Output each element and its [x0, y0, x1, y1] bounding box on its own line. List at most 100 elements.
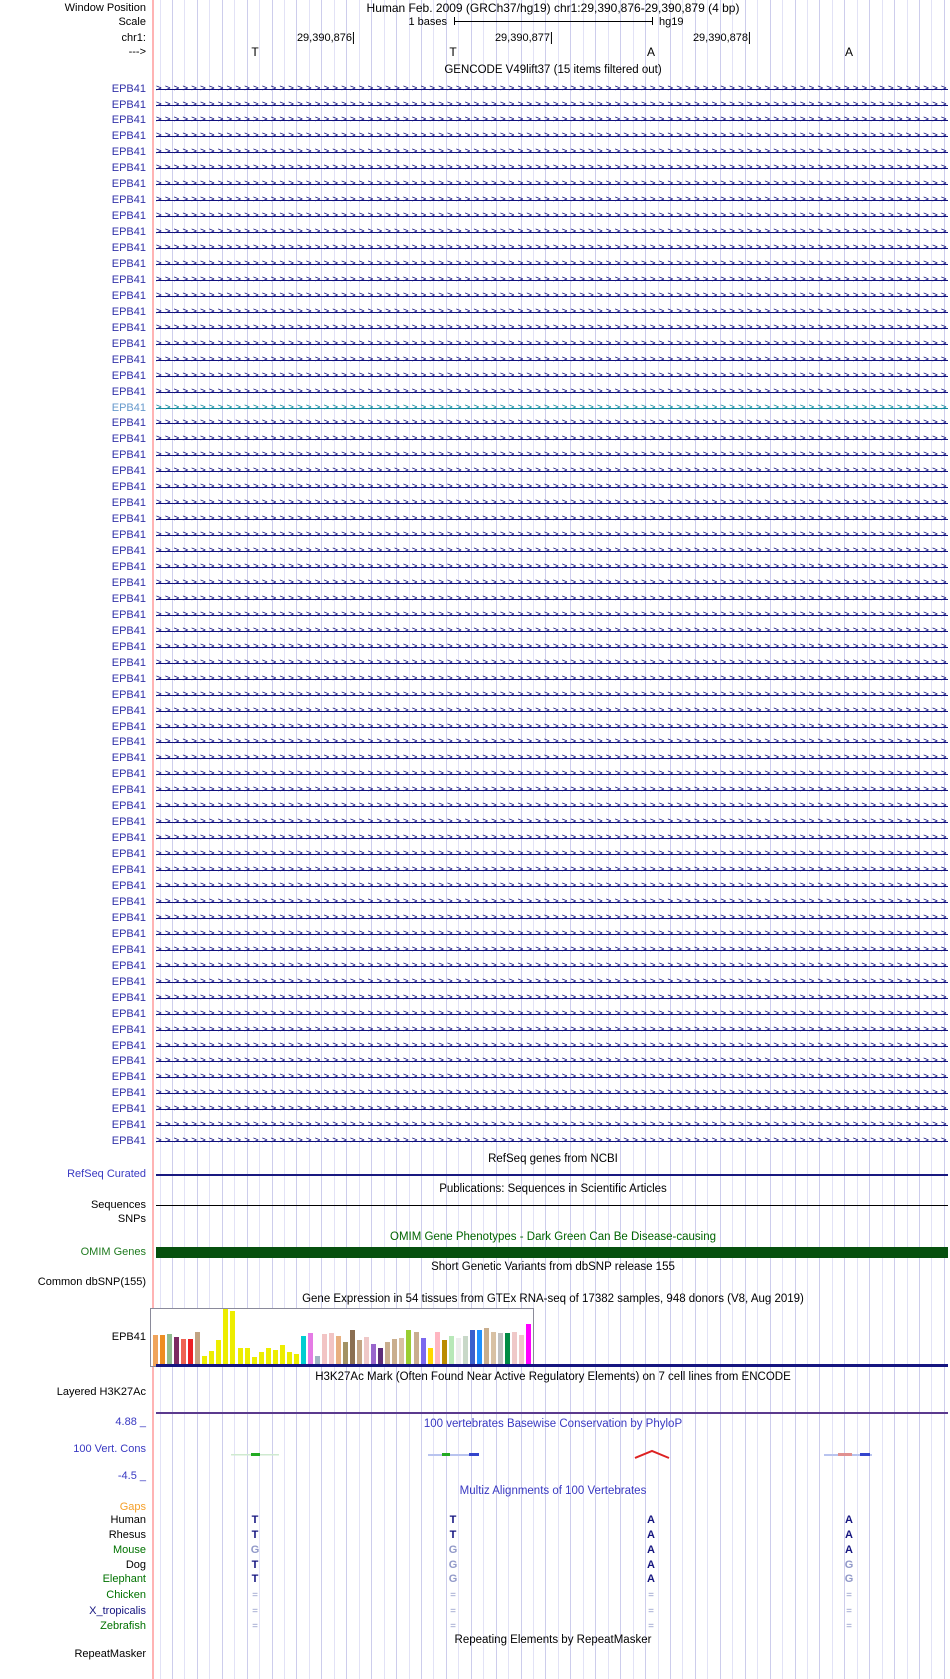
gene-label[interactable]: EPB41 [0, 992, 146, 1004]
gencode-transcript-row[interactable]: EPB41 >>>>>>>>>>>>>>>>>>>>>>>>>>>>>>>>>>… [0, 1101, 950, 1117]
transcript-arrows[interactable]: >>>>>>>>>>>>>>>>>>>>>>>>>>>>>>>>>>>>>>>>… [156, 145, 948, 160]
transcript-arrows[interactable]: >>>>>>>>>>>>>>>>>>>>>>>>>>>>>>>>>>>>>>>>… [156, 655, 948, 670]
gene-label[interactable]: EPB41 [0, 465, 146, 477]
transcript-arrows[interactable]: >>>>>>>>>>>>>>>>>>>>>>>>>>>>>>>>>>>>>>>>… [156, 703, 948, 718]
gencode-transcript-row[interactable]: EPB41 >>>>>>>>>>>>>>>>>>>>>>>>>>>>>>>>>>… [0, 431, 950, 447]
gene-label[interactable]: EPB41 [0, 513, 146, 525]
gencode-transcript-row[interactable]: EPB41 >>>>>>>>>>>>>>>>>>>>>>>>>>>>>>>>>>… [0, 304, 950, 320]
sequences-item[interactable] [156, 1205, 948, 1206]
gencode-transcript-row[interactable]: EPB41 >>>>>>>>>>>>>>>>>>>>>>>>>>>>>>>>>>… [0, 288, 950, 304]
gtex-tissue-bar[interactable] [413, 1332, 419, 1366]
transcript-arrows[interactable]: >>>>>>>>>>>>>>>>>>>>>>>>>>>>>>>>>>>>>>>>… [156, 831, 948, 846]
gtex-tissue-bar[interactable] [420, 1338, 426, 1366]
gencode-transcript-row[interactable]: EPB41 >>>>>>>>>>>>>>>>>>>>>>>>>>>>>>>>>>… [0, 575, 950, 591]
gene-label[interactable]: EPB41 [0, 146, 146, 158]
gtex-title[interactable]: Gene Expression in 54 tissues from GTEx … [156, 1293, 950, 1306]
gencode-transcript-row[interactable]: EPB41 >>>>>>>>>>>>>>>>>>>>>>>>>>>>>>>>>>… [0, 750, 950, 766]
gencode-transcript-row[interactable]: EPB41 >>>>>>>>>>>>>>>>>>>>>>>>>>>>>>>>>>… [0, 910, 950, 926]
gtex-tissue-bar[interactable] [526, 1324, 532, 1366]
gencode-transcript-row[interactable]: EPB41 >>>>>>>>>>>>>>>>>>>>>>>>>>>>>>>>>>… [0, 846, 950, 862]
gtex-tissue-bar[interactable] [498, 1333, 503, 1366]
transcript-arrows[interactable]: >>>>>>>>>>>>>>>>>>>>>>>>>>>>>>>>>>>>>>>>… [156, 576, 948, 590]
gene-label[interactable]: EPB41 [0, 944, 146, 956]
gencode-transcript-row[interactable]: EPB41 >>>>>>>>>>>>>>>>>>>>>>>>>>>>>>>>>>… [0, 894, 950, 910]
gene-label[interactable]: EPB41 [0, 99, 146, 111]
gencode-transcript-row[interactable]: EPB41 >>>>>>>>>>>>>>>>>>>>>>>>>>>>>>>>>>… [0, 112, 950, 128]
gene-label[interactable]: EPB41 [0, 497, 146, 509]
gene-label[interactable]: EPB41 [0, 481, 146, 493]
repeatmasker-title[interactable]: Repeating Elements by RepeatMasker [156, 1634, 950, 1647]
gtex-tissue-bar[interactable] [512, 1332, 517, 1366]
gencode-transcript-row[interactable]: EPB41 >>>>>>>>>>>>>>>>>>>>>>>>>>>>>>>>>>… [0, 128, 950, 144]
transcript-arrows[interactable]: >>>>>>>>>>>>>>>>>>>>>>>>>>>>>>>>>>>>>>>>… [156, 161, 948, 176]
gene-label[interactable]: EPB41 [0, 912, 146, 924]
gencode-transcript-row[interactable]: EPB41 >>>>>>>>>>>>>>>>>>>>>>>>>>>>>>>>>>… [0, 543, 950, 559]
gtex-tissue-bar[interactable] [181, 1339, 187, 1366]
gene-label[interactable]: EPB41 [0, 848, 146, 860]
sequences-label[interactable]: Sequences [0, 1199, 146, 1212]
transcript-arrows[interactable]: >>>>>>>>>>>>>>>>>>>>>>>>>>>>>>>>>>>>>>>>… [156, 272, 948, 287]
transcript-arrows[interactable]: >>>>>>>>>>>>>>>>>>>>>>>>>>>>>>>>>>>>>>>>… [156, 113, 948, 128]
transcript-arrows[interactable]: >>>>>>>>>>>>>>>>>>>>>>>>>>>>>>>>>>>>>>>>… [156, 623, 948, 638]
gtex-tissue-bar[interactable] [279, 1345, 285, 1366]
gene-label[interactable]: EPB41 [0, 258, 146, 270]
gtex-tissue-bar[interactable] [448, 1336, 454, 1366]
gtex-tissue-bar[interactable] [392, 1339, 398, 1366]
gencode-transcript-row[interactable]: EPB41 >>>>>>>>>>>>>>>>>>>>>>>>>>>>>>>>>>… [0, 479, 950, 495]
gtex-tissue-bar[interactable] [357, 1340, 363, 1366]
gtex-tissue-bar[interactable] [385, 1342, 391, 1366]
transcript-arrows[interactable]: >>>>>>>>>>>>>>>>>>>>>>>>>>>>>>>>>>>>>>>>… [156, 81, 948, 96]
gencode-transcript-row[interactable]: EPB41 >>>>>>>>>>>>>>>>>>>>>>>>>>>>>>>>>>… [0, 591, 950, 607]
gtex-tissue-bar[interactable] [371, 1344, 377, 1366]
gencode-transcript-row[interactable]: EPB41 >>>>>>>>>>>>>>>>>>>>>>>>>>>>>>>>>>… [0, 527, 950, 543]
gene-label[interactable]: EPB41 [0, 832, 146, 844]
gtex-tissue-bar[interactable] [322, 1334, 327, 1366]
transcript-arrows[interactable]: >>>>>>>>>>>>>>>>>>>>>>>>>>>>>>>>>>>>>>>>… [156, 735, 948, 750]
gene-label[interactable]: EPB41 [0, 800, 146, 812]
transcript-arrows[interactable]: >>>>>>>>>>>>>>>>>>>>>>>>>>>>>>>>>>>>>>>>… [156, 496, 948, 511]
gencode-transcript-row[interactable]: EPB41 >>>>>>>>>>>>>>>>>>>>>>>>>>>>>>>>>>… [0, 942, 950, 958]
omim-title[interactable]: OMIM Gene Phenotypes - Dark Green Can Be… [156, 1231, 950, 1244]
transcript-arrows[interactable]: >>>>>>>>>>>>>>>>>>>>>>>>>>>>>>>>>>>>>>>>… [156, 926, 948, 941]
gene-label[interactable]: EPB41 [0, 928, 146, 940]
gene-label[interactable]: EPB41 [0, 529, 146, 541]
omim-gene-bar[interactable] [156, 1247, 948, 1258]
species-label[interactable]: Mouse [0, 1544, 146, 1557]
gtex-tissue-bar[interactable] [230, 1311, 236, 1366]
gene-label[interactable]: EPB41 [0, 561, 146, 573]
gene-label[interactable]: EPB41 [0, 306, 146, 318]
transcript-arrows[interactable]: >>>>>>>>>>>>>>>>>>>>>>>>>>>>>>>>>>>>>>>>… [156, 448, 948, 463]
gencode-transcript-row[interactable]: EPB41 >>>>>>>>>>>>>>>>>>>>>>>>>>>>>>>>>>… [0, 703, 950, 719]
transcript-arrows[interactable]: >>>>>>>>>>>>>>>>>>>>>>>>>>>>>>>>>>>>>>>>… [156, 1086, 948, 1101]
gene-label[interactable]: EPB41 [0, 960, 146, 972]
gtex-tissue-bar[interactable] [300, 1336, 306, 1366]
gtex-tissue-bar[interactable] [490, 1332, 496, 1366]
gencode-transcript-row[interactable]: EPB41 >>>>>>>>>>>>>>>>>>>>>>>>>>>>>>>>>>… [0, 352, 950, 368]
gtex-tissue-bar[interactable] [307, 1333, 313, 1366]
gtex-chart[interactable] [150, 1308, 534, 1367]
transcript-arrows[interactable]: >>>>>>>>>>>>>>>>>>>>>>>>>>>>>>>>>>>>>>>>… [156, 528, 948, 543]
gencode-transcript-row[interactable]: EPB41 >>>>>>>>>>>>>>>>>>>>>>>>>>>>>>>>>>… [0, 463, 950, 479]
gencode-transcript-row[interactable]: EPB41 >>>>>>>>>>>>>>>>>>>>>>>>>>>>>>>>>>… [0, 814, 950, 830]
transcript-arrows[interactable]: >>>>>>>>>>>>>>>>>>>>>>>>>>>>>>>>>>>>>>>>… [156, 432, 948, 447]
gencode-transcript-row[interactable]: EPB41 >>>>>>>>>>>>>>>>>>>>>>>>>>>>>>>>>>… [0, 974, 950, 990]
gencode-title[interactable]: GENCODE V49lift37 (15 items filtered out… [156, 64, 950, 77]
transcript-arrows[interactable]: >>>>>>>>>>>>>>>>>>>>>>>>>>>>>>>>>>>>>>>>… [156, 783, 948, 798]
transcript-arrows[interactable]: >>>>>>>>>>>>>>>>>>>>>>>>>>>>>>>>>>>>>>>>… [156, 129, 948, 144]
repeatmasker-label[interactable]: RepeatMasker [0, 1648, 146, 1661]
gencode-transcript-row[interactable]: EPB41 >>>>>>>>>>>>>>>>>>>>>>>>>>>>>>>>>>… [0, 336, 950, 352]
transcript-arrows[interactable]: >>>>>>>>>>>>>>>>>>>>>>>>>>>>>>>>>>>>>>>>… [156, 1006, 948, 1021]
gene-label[interactable]: EPB41 [0, 114, 146, 126]
gene-label[interactable]: EPB41 [0, 338, 146, 350]
gencode-transcript-row[interactable]: EPB41 >>>>>>>>>>>>>>>>>>>>>>>>>>>>>>>>>>… [0, 862, 950, 878]
transcript-arrows[interactable]: >>>>>>>>>>>>>>>>>>>>>>>>>>>>>>>>>>>>>>>>… [156, 320, 948, 335]
gencode-transcript-row[interactable]: EPB41 >>>>>>>>>>>>>>>>>>>>>>>>>>>>>>>>>>… [0, 1022, 950, 1038]
gtex-tissue-bar[interactable] [329, 1333, 334, 1366]
gene-label[interactable]: EPB41 [0, 433, 146, 445]
transcript-arrows[interactable]: >>>>>>>>>>>>>>>>>>>>>>>>>>>>>>>>>>>>>>>>… [156, 209, 948, 224]
gtex-tissue-bar[interactable] [336, 1336, 341, 1366]
gene-label[interactable]: EPB41 [0, 1040, 146, 1052]
gene-label[interactable]: EPB41 [0, 577, 146, 589]
h3k27ac-label[interactable]: Layered H3K27Ac [0, 1386, 146, 1399]
gencode-transcript-row[interactable]: EPB41 >>>>>>>>>>>>>>>>>>>>>>>>>>>>>>>>>>… [0, 1085, 950, 1101]
